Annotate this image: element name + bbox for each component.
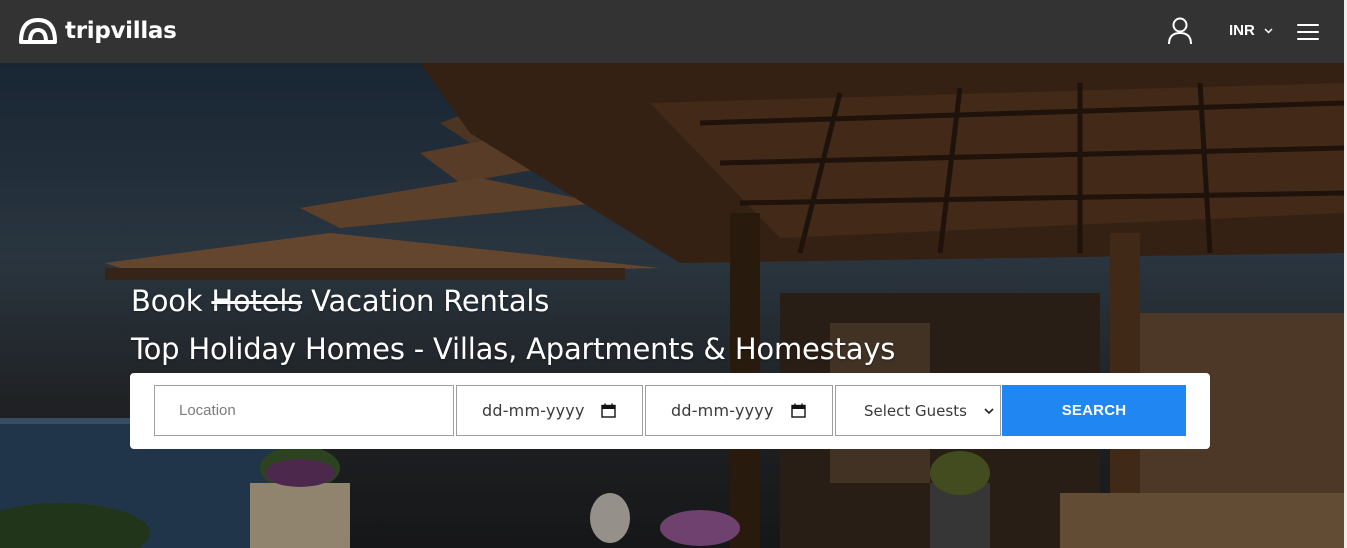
currency-selector[interactable]: INR bbox=[1229, 22, 1273, 40]
tripvillas-logo-icon bbox=[19, 18, 57, 44]
user-account-button[interactable] bbox=[1166, 16, 1194, 46]
calendar-icon[interactable] bbox=[791, 403, 806, 418]
hero-banner: Book Hotels Vacation Rentals Top Holiday… bbox=[0, 63, 1344, 548]
checkout-date-text: dd-mm-yyyy bbox=[671, 401, 774, 420]
search-form: dd-mm-yyyy dd-mm-yyyy Select Guests bbox=[130, 373, 1210, 449]
hamburger-menu-icon[interactable] bbox=[1297, 24, 1319, 40]
guests-selected-value: Select Guests bbox=[864, 401, 967, 420]
checkin-date-text: dd-mm-yyyy bbox=[482, 401, 585, 420]
user-icon bbox=[1168, 17, 1192, 45]
headline-strikethrough: Hotels bbox=[211, 284, 303, 318]
checkout-date-field[interactable]: dd-mm-yyyy bbox=[645, 385, 833, 436]
chevron-down-icon bbox=[984, 408, 994, 415]
brand-logo[interactable]: tripvillas bbox=[18, 16, 177, 46]
location-input[interactable] bbox=[179, 402, 453, 419]
top-navbar: tripvillas INR bbox=[0, 0, 1344, 63]
currency-label: INR bbox=[1229, 22, 1255, 39]
headline-prefix: Book bbox=[131, 284, 203, 318]
calendar-icon[interactable] bbox=[601, 403, 616, 418]
hero-headline: Book Hotels Vacation Rentals bbox=[131, 283, 549, 319]
headline-suffix: Vacation Rentals bbox=[311, 284, 550, 318]
hero-subheadline: Top Holiday Homes - Villas, Apartments &… bbox=[131, 332, 896, 366]
guests-select[interactable]: Select Guests bbox=[835, 385, 1001, 436]
brand-name: tripvillas bbox=[65, 18, 177, 44]
chevron-down-icon bbox=[1264, 28, 1273, 34]
location-field[interactable] bbox=[154, 385, 454, 436]
search-button[interactable]: SEARCH bbox=[1002, 385, 1186, 436]
checkin-date-field[interactable]: dd-mm-yyyy bbox=[456, 385, 643, 436]
